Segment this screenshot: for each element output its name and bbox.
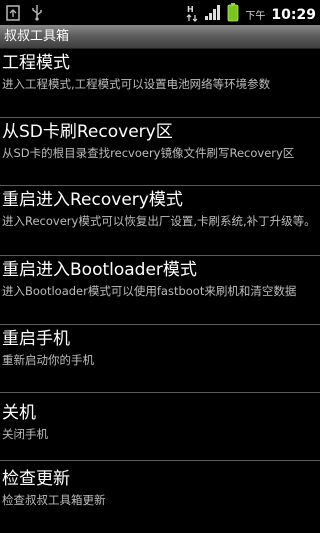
- usb-icon: [30, 4, 44, 25]
- menu-item-reboot-recovery[interactable]: 重启进入Recovery模式 进入Recovery模式可以恢复出厂设置,卡刷系统…: [0, 186, 320, 256]
- app-title-bar: 叔叔工具箱: [0, 25, 320, 49]
- menu-item-description: 关闭手机: [2, 427, 48, 441]
- battery-icon: [227, 3, 239, 26]
- signal-icon: [204, 4, 221, 25]
- menu-item-check-update[interactable]: 检查更新 检查叔叔工具箱更新: [0, 461, 320, 531]
- menu-item-description: 重新启动你的手机: [2, 353, 94, 367]
- menu-list: 工程模式 进入工程模式,工程模式可以设置电池网络等环境参数 从SD卡刷Recov…: [0, 49, 320, 531]
- menu-item-title: 关机: [2, 403, 36, 423]
- menu-item-title: 检查更新: [2, 469, 70, 489]
- status-clock: 10:29: [271, 6, 316, 23]
- status-bar: H 下午 10:29: [0, 0, 320, 25]
- data-sync-icon: H: [186, 4, 198, 26]
- menu-item-engineering-mode[interactable]: 工程模式 进入工程模式,工程模式可以设置电池网络等环境参数: [0, 49, 320, 118]
- menu-item-title: 重启进入Bootloader模式: [2, 260, 197, 280]
- app-title: 叔叔工具箱: [4, 29, 70, 44]
- menu-item-title: 从SD卡刷Recovery区: [2, 122, 173, 142]
- menu-item-description: 从SD卡的根目录查找recvoery镜像文件刷写Recovery区: [2, 146, 295, 160]
- svg-text:H: H: [187, 5, 194, 14]
- menu-item-description: 进入Bootloader模式可以使用fastboot来刷机和清空数据: [2, 284, 297, 298]
- menu-item-reboot-phone[interactable]: 重启手机 重新启动你的手机: [0, 325, 320, 393]
- menu-item-title: 重启手机: [2, 329, 70, 349]
- menu-item-reboot-bootloader[interactable]: 重启进入Bootloader模式 进入Bootloader模式可以使用fastb…: [0, 256, 320, 325]
- status-ampm: 下午: [245, 11, 266, 22]
- usb-debug-icon: [6, 4, 20, 25]
- menu-item-description: 检查叔叔工具箱更新: [2, 493, 106, 507]
- menu-item-title: 工程模式: [2, 53, 70, 73]
- menu-item-description: 进入Recovery模式可以恢复出厂设置,卡刷系统,补丁升级等。: [2, 214, 316, 228]
- menu-item-power-off[interactable]: 关机 关闭手机: [0, 393, 320, 461]
- menu-item-description: 进入工程模式,工程模式可以设置电池网络等环境参数: [2, 77, 271, 91]
- status-left-icons: [6, 4, 44, 25]
- menu-item-title: 重启进入Recovery模式: [2, 190, 183, 210]
- menu-item-flash-recovery-from-sd[interactable]: 从SD卡刷Recovery区 从SD卡的根目录查找recvoery镜像文件刷写R…: [0, 118, 320, 186]
- status-right-icons: H 下午 10:29: [186, 3, 316, 26]
